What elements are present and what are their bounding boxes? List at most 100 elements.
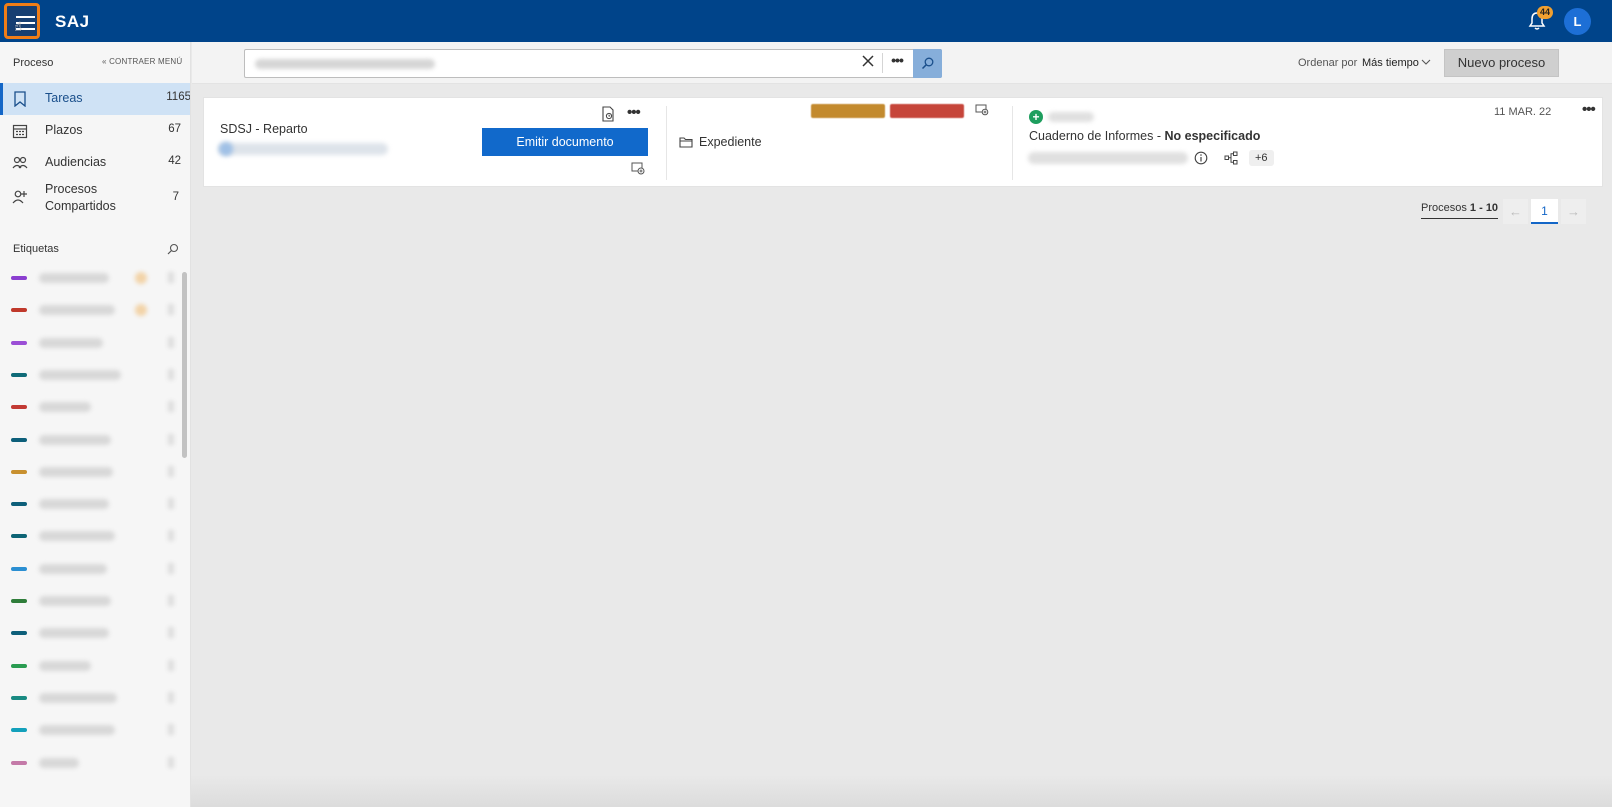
sidebar-tag-item[interactable] [11,526,176,546]
sidebar-item-label: Tareas [45,91,83,105]
calendar-icon [12,124,28,139]
sidebar-section-title: Proceso [13,57,54,69]
tag-color-swatch [11,695,27,700]
process-title: SDSJ - Reparto [220,122,308,136]
sidebar: Proceso « CONTRAER MENÚ Tareas 1165 Plaz… [0,42,191,807]
sidebar-item-audiencias[interactable]: Audiencias 42 [0,147,190,179]
process-card[interactable]: SDSJ - Reparto ••• Emitir documento Expe… [203,97,1603,187]
tag-chip-red [890,104,964,118]
sidebar-tag-item[interactable] [11,656,176,676]
sidebar-item-procesos-compartidos[interactable]: Procesos Compartidos 7 [0,179,190,219]
chevron-down-icon[interactable] [1421,58,1431,66]
tag-color-swatch [11,599,27,603]
sidebar-tag-item[interactable] [11,300,176,320]
redacted-tag-count [168,724,174,736]
sidebar-tag-item[interactable] [11,591,176,611]
redacted-tag-name [39,499,109,510]
search-input[interactable] [244,49,942,78]
info-icon[interactable] [1194,151,1208,165]
search-icon [921,57,934,70]
card-more-button[interactable]: ••• [1582,101,1596,118]
hand-cursor-icon: ☝ [14,19,22,34]
redacted-tag-name [39,434,111,445]
tag-color-swatch [11,760,27,765]
redacted-tag-count [168,562,174,574]
hierarchy-icon[interactable] [1224,151,1238,165]
redacted-tag-count [168,304,174,316]
redacted-text [1028,152,1188,164]
card-more-button[interactable]: ••• [627,104,641,121]
sidebar-item-plazos[interactable]: Plazos 67 [0,115,190,147]
current-page-button[interactable]: 1 [1531,199,1558,224]
redacted-tag-count [168,272,174,283]
new-process-button[interactable]: Nuevo proceso [1444,49,1559,77]
redacted-text [1048,112,1094,122]
redacted-tag-name [39,628,109,639]
sidebar-item-count: 42 [168,155,181,167]
search-button[interactable] [913,49,942,78]
next-page-button[interactable]: → [1561,199,1586,224]
sidebar-tag-item[interactable] [11,462,176,482]
tag-color-swatch [11,566,27,571]
redacted-tag-name [39,402,91,413]
previous-page-button[interactable]: ← [1503,199,1528,224]
tag-add-icon[interactable] [631,162,645,175]
sidebar-item-count: 1165 [166,91,191,103]
sidebar-tag-item[interactable] [11,397,176,417]
redacted-tag-count [168,498,174,510]
sidebar-tag-item[interactable] [11,333,176,353]
redacted-text [218,143,388,155]
sidebar-tag-item[interactable] [11,688,176,708]
tag-chip-orange [811,104,885,118]
sidebar-item-count: 67 [168,123,181,135]
redacted-tag-count [168,433,174,445]
sidebar-tag-item[interactable] [11,753,176,773]
redacted-tag-name [39,337,103,348]
sidebar-tag-item[interactable] [11,494,176,514]
tag-color-swatch [11,534,27,539]
sidebar-tag-item[interactable] [11,623,176,643]
tag-add-icon[interactable] [975,104,989,116]
sidebar-item-tareas[interactable]: Tareas 1165 [0,83,191,115]
pagination-label: Procesos 1 - 10 [1421,202,1499,219]
tag-indicator [135,272,147,284]
emit-document-button[interactable]: Emitir documento [482,128,648,156]
tag-color-swatch [11,502,27,507]
sidebar-tag-item[interactable] [11,365,176,385]
top-bar: ☝ SAJ 44 L [0,0,1612,42]
redacted-tag-count [168,627,174,639]
sidebar-item-label: Audiencias [45,155,107,169]
process-date: 11 MAR. 22 [1494,106,1552,118]
divider [1012,106,1013,180]
sidebar-tag-item[interactable] [11,720,176,740]
close-icon[interactable] [861,54,875,68]
redacted-tag-name [39,563,107,574]
search-text-redacted [255,59,435,69]
expediente-link[interactable]: Expediente [699,135,762,149]
more-count-badge[interactable]: +6 [1249,150,1274,166]
search-icon[interactable] [167,243,179,255]
tag-color-swatch [11,372,27,377]
document-clock-icon[interactable] [601,106,615,122]
sidebar-tag-item[interactable] [11,268,176,288]
tag-color-swatch [11,340,27,345]
tags-title: Etiquetas [13,243,59,255]
cuaderno-info: Cuaderno de Informes - No especificado [1029,129,1261,143]
add-circle-icon[interactable]: + [1029,110,1043,124]
user-avatar[interactable]: L [1564,8,1591,35]
redacted-tag-count [168,336,174,348]
sort-dropdown[interactable]: Más tiempo [1362,57,1419,69]
bottom-shade [191,775,1612,807]
redacted-tag-name [39,660,91,671]
sidebar-scrollbar[interactable] [182,272,187,458]
folder-icon [679,137,693,148]
bookmark-icon [14,91,26,107]
hamburger-menu-button[interactable] [4,3,40,39]
more-options-button[interactable]: ••• [887,52,907,68]
sidebar-tag-item[interactable] [11,430,176,450]
collapse-menu-button[interactable]: « CONTRAER MENÚ [102,57,182,66]
redacted-tag-count [168,368,174,380]
tag-color-swatch [11,405,27,410]
sidebar-tag-item[interactable] [11,559,176,579]
redacted-tag-name [39,757,79,768]
